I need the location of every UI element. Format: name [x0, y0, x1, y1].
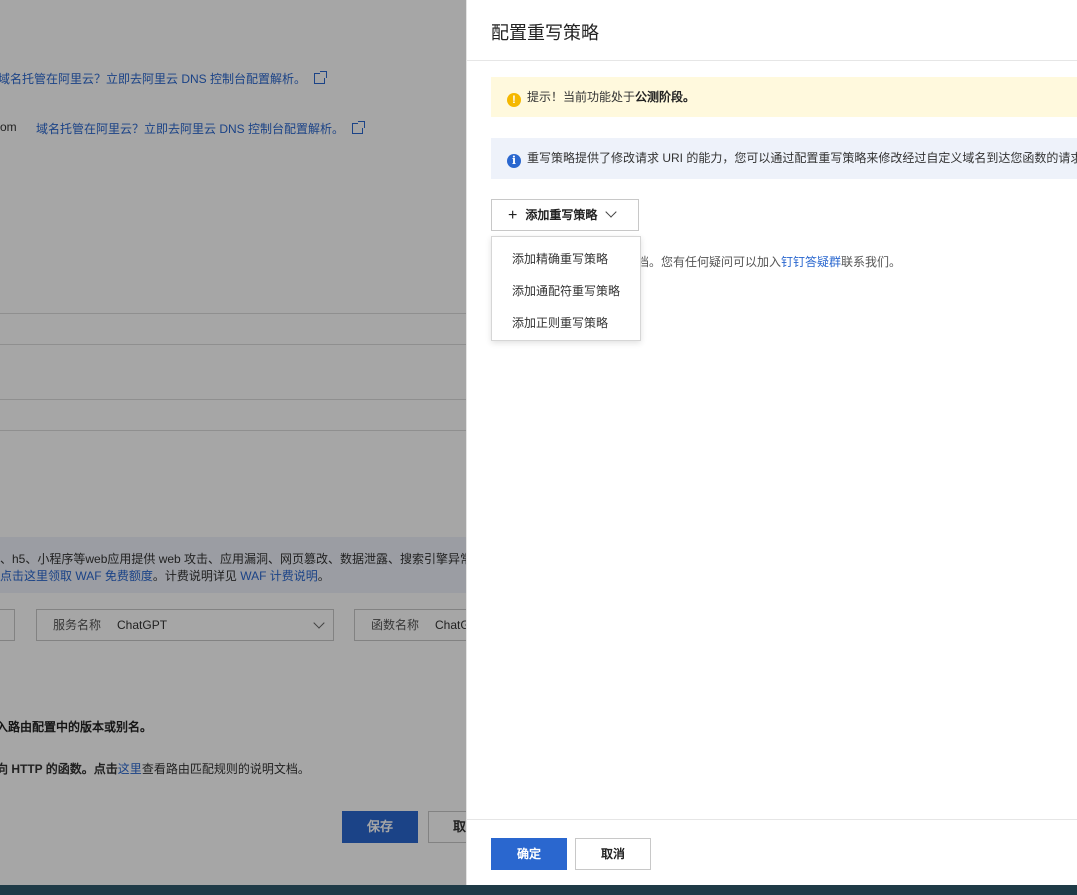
notice-bold: 公测阶段。: [635, 90, 696, 104]
menu-item-wildcard[interactable]: 添加通配符重写策略: [492, 275, 640, 307]
beta-notice: ! 提示！当前功能处于公测阶段。: [491, 77, 1077, 117]
menu-item-regex[interactable]: 添加正则重写策略: [492, 307, 640, 339]
confirm-button[interactable]: 确定: [491, 838, 567, 870]
drawer-title: 配置重写策略: [491, 23, 599, 43]
taskbar: [0, 885, 1077, 895]
warning-icon: !: [507, 93, 521, 107]
chevron-down-icon: [605, 206, 618, 218]
info-icon: i: [507, 154, 521, 168]
add-policy-dropdown-menu: 添加精确重写策略 添加通配符重写策略 添加正则重写策略: [491, 236, 641, 341]
help-text: 档。您有任何疑问可以加入钉钉答疑群联系我们。: [637, 253, 901, 270]
add-button-label: 添加重写策略: [525, 208, 598, 222]
help-prefix: 档。您有任何疑问可以加入: [637, 255, 782, 269]
notice-prefix: 提示！当前功能处于: [527, 90, 636, 104]
rewrite-info-box: i 重写策略提供了修改请求 URI 的能力，您可以通过配置重写策略来修改经过自定义…: [491, 138, 1077, 179]
drawer-cancel-button[interactable]: 取消: [575, 838, 651, 870]
dingtalk-group-link[interactable]: 钉钉答疑群: [781, 255, 841, 269]
plus-icon: +: [508, 207, 518, 224]
info-text: 重写策略提供了修改请求 URI 的能力，您可以通过配置重写策略来修改经过自定义域…: [527, 151, 1077, 165]
rewrite-policy-drawer: 配置重写策略 ! 提示！当前功能处于公测阶段。 i 重写策略提供了修改请求 URI …: [466, 0, 1077, 885]
menu-item-exact[interactable]: 添加精确重写策略: [492, 243, 640, 275]
help-suffix: 联系我们。: [841, 255, 902, 269]
divider: [467, 60, 1077, 61]
modal-overlay[interactable]: [0, 0, 466, 885]
add-rewrite-policy-button[interactable]: + 添加重写策略: [491, 199, 639, 231]
divider: [467, 819, 1077, 820]
